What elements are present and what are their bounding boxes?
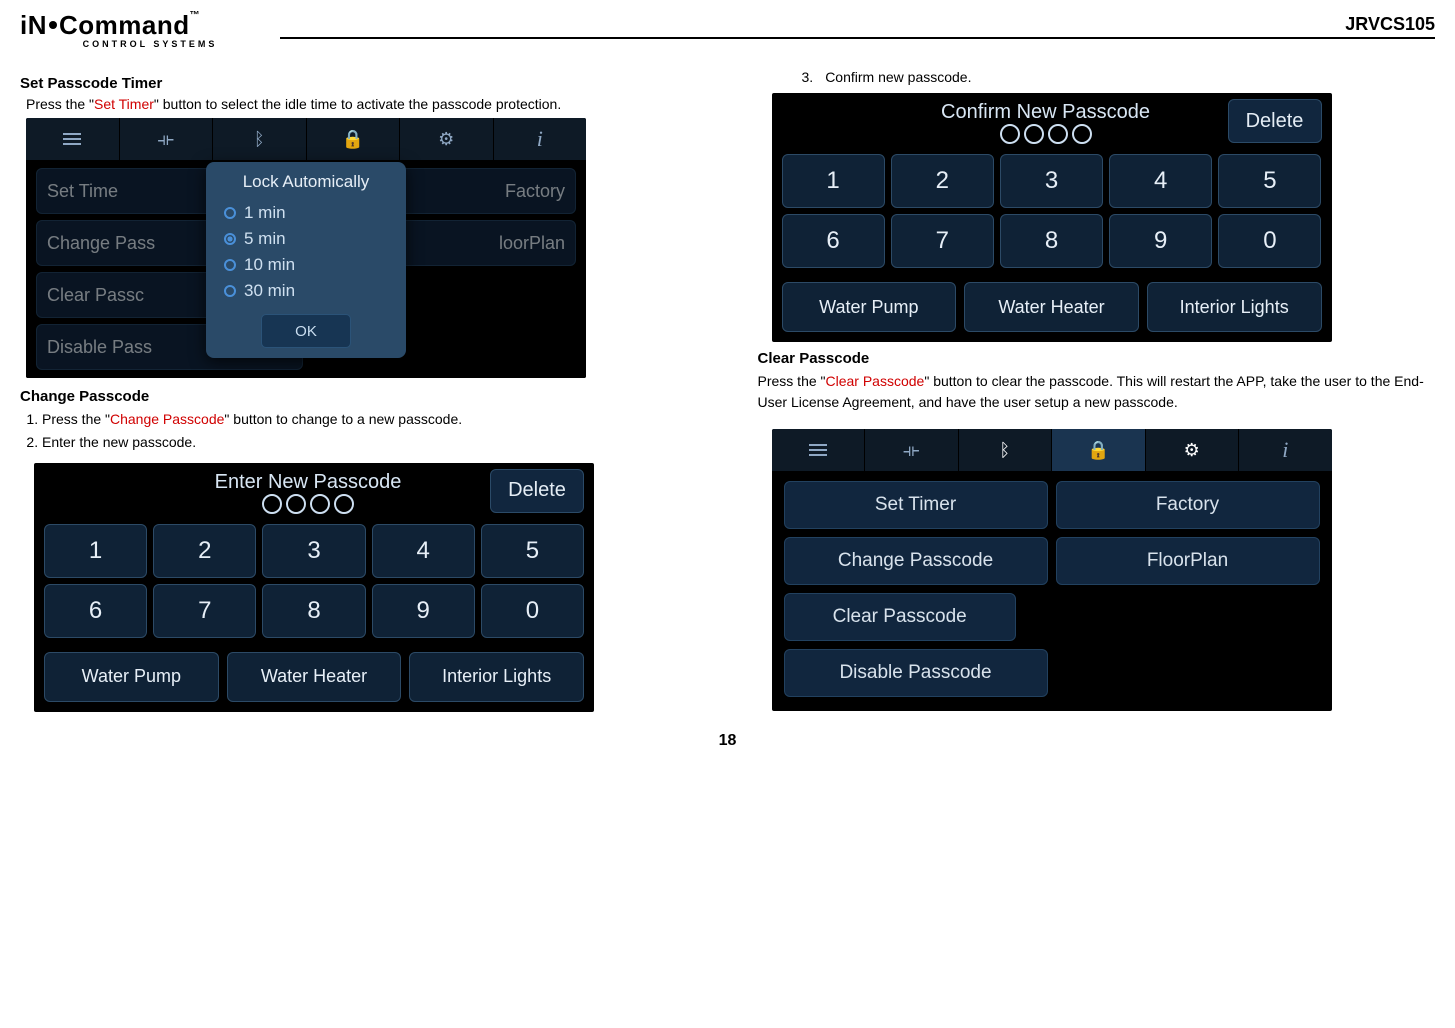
key-1[interactable]: 1: [782, 154, 885, 208]
clear-passcode-title: Clear Passcode: [758, 350, 1436, 367]
clear-passcode-intro: Press the "Clear Passcode" button to cle…: [758, 371, 1436, 413]
key-5[interactable]: 5: [481, 524, 584, 578]
toolbar: ⟛ ᛒ 🔒 ⚙ i: [26, 118, 586, 160]
water-heater-button[interactable]: Water Heater: [964, 282, 1139, 332]
model-number: JRVCS105: [280, 14, 1435, 35]
lock-icon[interactable]: 🔒: [307, 118, 401, 160]
enter-passcode-title: Enter New Passcode: [126, 463, 490, 494]
key-0[interactable]: 0: [1218, 214, 1321, 268]
key-6[interactable]: 6: [782, 214, 885, 268]
set-timer-intro: Press the "Set Timer" button to select t…: [26, 96, 698, 112]
bluetooth-icon[interactable]: ᛒ: [959, 429, 1053, 471]
key-2[interactable]: 2: [891, 154, 994, 208]
ok-button[interactable]: OK: [261, 314, 351, 348]
water-pump-button[interactable]: Water Pump: [44, 652, 219, 702]
key-1[interactable]: 1: [44, 524, 147, 578]
key-3[interactable]: 3: [262, 524, 365, 578]
clear-passcode-button[interactable]: Clear Passcode: [784, 593, 1016, 641]
slider-icon[interactable]: ⟛: [865, 429, 959, 471]
confirm-passcode-screenshot: Confirm New Passcode Delete 1 2 3 4 5 6 …: [772, 93, 1332, 342]
clear-passcode-screenshot: ⟛ ᛒ 🔒 ⚙ i Set Timer Change Passcode Clea…: [772, 429, 1332, 711]
timer-option-30min[interactable]: 30 min: [206, 278, 406, 304]
gear-icon[interactable]: ⚙: [1146, 429, 1240, 471]
key-2[interactable]: 2: [153, 524, 256, 578]
key-8[interactable]: 8: [1000, 214, 1103, 268]
key-9[interactable]: 9: [1109, 214, 1212, 268]
key-0[interactable]: 0: [481, 584, 584, 638]
set-timer-button[interactable]: Set Timer: [784, 481, 1048, 529]
timer-option-1min[interactable]: 1 min: [206, 200, 406, 226]
lock-timer-dialog: Lock Automically 1 min 5 min 10 min 30 m…: [206, 162, 406, 358]
delete-button[interactable]: Delete: [490, 469, 584, 513]
floorplan-button[interactable]: FloorPlan: [1056, 537, 1320, 585]
key-3[interactable]: 3: [1000, 154, 1103, 208]
water-pump-button[interactable]: Water Pump: [782, 282, 957, 332]
info-icon[interactable]: i: [494, 118, 587, 160]
interior-lights-button[interactable]: Interior Lights: [1147, 282, 1322, 332]
key-9[interactable]: 9: [372, 584, 475, 638]
dialog-title: Lock Automically: [206, 172, 406, 192]
timer-option-10min[interactable]: 10 min: [206, 252, 406, 278]
key-8[interactable]: 8: [262, 584, 365, 638]
factory-button[interactable]: Factory: [1056, 481, 1320, 529]
interior-lights-button[interactable]: Interior Lights: [409, 652, 584, 702]
change-passcode-button[interactable]: Change Passcode: [784, 537, 1048, 585]
key-5[interactable]: 5: [1218, 154, 1321, 208]
change-passcode-title: Change Passcode: [20, 388, 698, 405]
disable-passcode-button[interactable]: Disable Passcode: [784, 649, 1048, 697]
key-6[interactable]: 6: [44, 584, 147, 638]
timer-option-5min[interactable]: 5 min: [206, 226, 406, 252]
key-7[interactable]: 7: [153, 584, 256, 638]
keypad: 1 2 3 4 5 6 7 8 9 0: [772, 148, 1332, 278]
bluetooth-icon[interactable]: ᛒ: [213, 118, 307, 160]
gear-icon[interactable]: ⚙: [400, 118, 494, 160]
toolbar: ⟛ ᛒ 🔒 ⚙ i: [772, 429, 1332, 471]
confirm-step: 3. Confirm new passcode.: [802, 69, 1436, 85]
menu-icon[interactable]: [772, 429, 866, 471]
key-4[interactable]: 4: [1109, 154, 1212, 208]
confirm-passcode-title: Confirm New Passcode: [864, 93, 1228, 124]
enter-passcode-screenshot: Enter New Passcode Delete 1 2 3 4 5 6 7 …: [34, 463, 594, 712]
water-heater-button[interactable]: Water Heater: [227, 652, 402, 702]
slider-icon[interactable]: ⟛: [120, 118, 214, 160]
logo: iNCommand™ CONTROL SYSTEMS: [20, 10, 280, 49]
info-icon[interactable]: i: [1239, 429, 1332, 471]
menu-icon[interactable]: [26, 118, 120, 160]
change-passcode-steps: Press the "Change Passcode" button to ch…: [42, 409, 698, 453]
passcode-dots: [864, 122, 1228, 148]
key-7[interactable]: 7: [891, 214, 994, 268]
keypad: 1 2 3 4 5 6 7 8 9 0: [34, 518, 594, 648]
page-header: iNCommand™ CONTROL SYSTEMS JRVCS105: [20, 10, 1435, 49]
set-timer-screenshot: ⟛ ᛒ 🔒 ⚙ i Set Time Factory Change Pass l…: [26, 118, 586, 378]
key-4[interactable]: 4: [372, 524, 475, 578]
page-number: 18: [20, 732, 1435, 750]
set-passcode-timer-title: Set Passcode Timer: [20, 75, 698, 92]
delete-button[interactable]: Delete: [1228, 99, 1322, 143]
lock-icon[interactable]: 🔒: [1052, 429, 1146, 471]
passcode-dots: [126, 492, 490, 518]
